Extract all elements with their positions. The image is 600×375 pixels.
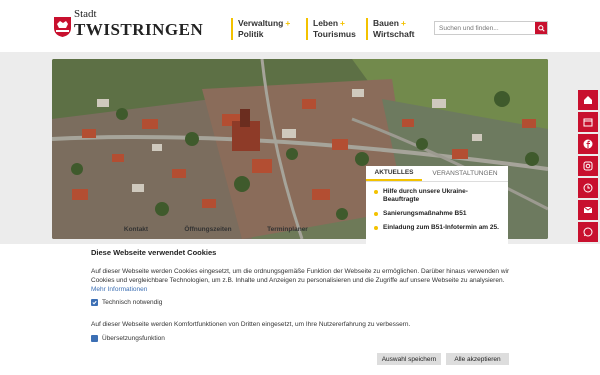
calendar-button[interactable] <box>578 112 598 132</box>
whatsapp-button[interactable] <box>578 222 598 242</box>
news-item-label: Einladung zum B51-Infotermin am 25. <box>383 224 499 231</box>
quick-link-kontakt[interactable]: Kontakt <box>106 222 166 236</box>
coat-of-arms-icon <box>54 17 71 37</box>
news-item-label: Sanierungsmaßnahme B51 <box>383 210 467 217</box>
home-icon <box>584 96 592 104</box>
plus-icon: + <box>340 18 345 28</box>
mail-icon <box>583 206 593 213</box>
social-sidebar <box>578 90 598 264</box>
instagram-icon <box>583 161 593 171</box>
news-item-label: Hilfe durch unsere Ukraine-Beauftragte <box>383 188 468 203</box>
checkbox-technisch-notwendig[interactable]: Technisch notwendig <box>91 299 162 306</box>
logo-stadt: Stadt <box>74 8 97 20</box>
facebook-icon <box>583 139 593 149</box>
nav-label: Leben <box>313 18 339 28</box>
nav-bauen-wirtschaft[interactable]: Bauen + Wirtschaft <box>366 18 414 40</box>
opening-hours-button[interactable] <box>578 178 598 198</box>
nav-verwaltung-politik[interactable]: Verwaltung + Politik <box>231 18 290 40</box>
search-icon <box>537 24 545 32</box>
home-button[interactable] <box>578 90 598 110</box>
plus-icon: + <box>400 18 406 28</box>
whatsapp-icon <box>583 227 593 237</box>
checkbox-checked-icon <box>91 299 98 306</box>
nav-label: Verwaltung <box>238 18 284 28</box>
cookie-text: Auf dieser Webseite werden Cookies einge… <box>91 267 511 294</box>
checkbox-icon <box>91 335 98 342</box>
logo-twistringen: TWISTRINGEN <box>74 20 204 39</box>
mail-button[interactable] <box>578 200 598 220</box>
tab-aktuelles[interactable]: AKTUELLES <box>366 166 422 181</box>
nav-label: Bauen <box>373 18 399 28</box>
nav-label: Tourismus <box>313 29 356 39</box>
cookie-banner: Diese Webseite verwendet Cookies Auf die… <box>0 244 600 375</box>
search-button[interactable] <box>535 22 547 34</box>
tab-veranstaltungen[interactable]: VERANSTALTUNGEN <box>422 166 508 181</box>
instagram-button[interactable] <box>578 156 598 176</box>
search-bar <box>434 21 548 35</box>
news-panel: AKTUELLES VERANSTALTUNGEN Hilfe durch un… <box>366 166 508 248</box>
search-input[interactable] <box>435 22 535 34</box>
bullet-icon <box>374 226 378 230</box>
accept-all-button[interactable]: Alle akzeptieren <box>446 353 509 365</box>
checkbox-label: Übersetzungsfunktion <box>102 335 165 342</box>
bullet-icon <box>374 190 378 194</box>
site-header: Stadt TWISTRINGEN Verwaltung + Politik Le… <box>0 0 600 52</box>
news-item[interactable]: Einladung zum B51-Infotermin am 25. <box>374 224 500 232</box>
bullet-icon <box>374 212 378 216</box>
checkbox-label: Technisch notwendig <box>102 299 163 306</box>
nav-leben-tourismus[interactable]: Leben + Tourismus <box>306 18 356 40</box>
cookie-comfort-text: Auf dieser Webseite werden Komfortfunkti… <box>91 321 411 328</box>
plus-icon: + <box>285 18 291 28</box>
news-item[interactable]: Hilfe durch unsere Ukraine-Beauftragte <box>374 188 500 204</box>
facebook-button[interactable] <box>578 134 598 154</box>
quick-link-terminplaner[interactable]: Terminplaner <box>250 222 325 236</box>
cookie-title: Diese Webseite verwendet Cookies <box>91 248 217 257</box>
nav-label: Wirtschaft <box>373 29 415 39</box>
clock-icon <box>583 183 593 193</box>
cookie-text-body: Auf dieser Webseite werden Cookies einge… <box>91 268 510 284</box>
checkbox-uebersetzungsfunktion[interactable]: Übersetzungsfunktion <box>91 335 165 342</box>
site-logo[interactable]: Stadt TWISTRINGEN <box>54 9 203 39</box>
nav-label: Politik <box>238 29 264 39</box>
save-selection-button[interactable]: Auswahl speichern <box>377 353 441 365</box>
calendar-icon <box>583 118 593 127</box>
quick-link-oeffnungszeiten[interactable]: Öffnungszeiten <box>178 222 238 236</box>
more-info-link[interactable]: Mehr Informationen <box>91 286 147 293</box>
news-item[interactable]: Sanierungsmaßnahme B51 <box>374 210 500 218</box>
